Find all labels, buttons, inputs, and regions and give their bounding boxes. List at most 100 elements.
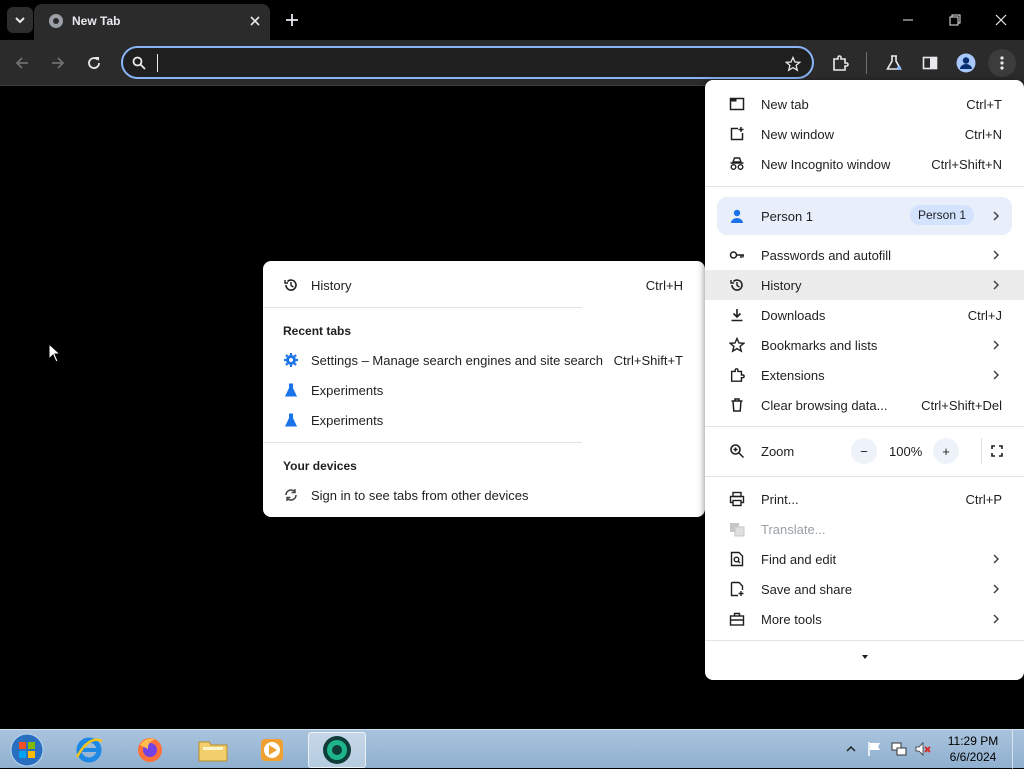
star-outline-icon bbox=[785, 56, 801, 72]
system-clock[interactable]: 11:29 PM 6/6/2024 bbox=[940, 733, 1006, 765]
zoom-value: 100% bbox=[889, 444, 923, 459]
close-icon bbox=[995, 14, 1007, 26]
menu-item-find-and-edit[interactable]: Find and edit bbox=[705, 544, 1024, 574]
menu-item-new-window[interactable]: New window Ctrl+N bbox=[705, 119, 1024, 149]
recent-tab-label: Settings – Manage search engines and sit… bbox=[311, 353, 603, 368]
close-window-button[interactable] bbox=[986, 6, 1016, 34]
menu-item-clear-browsing-data[interactable]: Clear browsing data... Ctrl+Shift+Del bbox=[705, 390, 1024, 420]
zoom-row: Zoom − 100% + bbox=[705, 436, 1024, 466]
menu-item-new-tab[interactable]: New tab Ctrl+T bbox=[705, 89, 1024, 119]
menu-item-extensions[interactable]: Extensions bbox=[705, 360, 1024, 390]
forward-button[interactable] bbox=[44, 49, 72, 77]
history-item[interactable]: History Ctrl+H bbox=[263, 270, 705, 300]
tab-title: New Tab bbox=[72, 14, 121, 28]
menu-item-label: Print... bbox=[761, 491, 799, 507]
network-icon[interactable] bbox=[890, 740, 908, 758]
firefox-taskbar-button[interactable] bbox=[125, 732, 175, 768]
menu-item-bookmarks[interactable]: Bookmarks and lists bbox=[705, 330, 1024, 360]
zoom-out-button[interactable]: − bbox=[851, 438, 877, 464]
windows-logo-icon bbox=[10, 733, 44, 767]
chrome-main-menu: New tab Ctrl+T New window Ctrl+N New Inc… bbox=[705, 80, 1024, 680]
menu-item-label: New tab bbox=[761, 96, 809, 112]
chevron-right-icon bbox=[990, 583, 1002, 595]
recent-tab-item[interactable]: Experiments bbox=[263, 405, 705, 435]
close-tab-button[interactable] bbox=[246, 12, 264, 30]
menu-item-print[interactable]: Print... Ctrl+P bbox=[705, 484, 1024, 514]
zoom-in-button[interactable]: + bbox=[933, 438, 959, 464]
menu-item-more-tools[interactable]: More tools bbox=[705, 604, 1024, 634]
tab-search-button[interactable] bbox=[7, 7, 33, 33]
recent-tab-label: Experiments bbox=[311, 383, 384, 398]
menu-divider bbox=[263, 307, 582, 308]
menu-item-save-and-share[interactable]: Save and share bbox=[705, 574, 1024, 604]
tab-new-tab[interactable]: New Tab bbox=[34, 4, 270, 40]
globe-icon bbox=[49, 14, 63, 28]
address-bar[interactable] bbox=[121, 46, 814, 79]
zoom-label: Zoom bbox=[761, 443, 795, 459]
menu-divider bbox=[705, 640, 1024, 641]
menu-item-passwords[interactable]: Passwords and autofill bbox=[705, 240, 1024, 270]
trash-icon bbox=[729, 397, 745, 413]
menu-item-new-incognito[interactable]: New Incognito window Ctrl+Shift+N bbox=[705, 149, 1024, 179]
flask-icon bbox=[283, 382, 299, 398]
recent-tab-item[interactable]: Settings – Manage search engines and sit… bbox=[263, 345, 705, 375]
internet-explorer-taskbar-button[interactable] bbox=[64, 732, 114, 768]
menu-item-shortcut: Ctrl+Shift+Del bbox=[921, 397, 1002, 413]
labs-button[interactable] bbox=[880, 49, 908, 77]
chevron-right-icon bbox=[990, 553, 1002, 565]
recent-tab-item[interactable]: Experiments bbox=[263, 375, 705, 405]
media-player-taskbar-button[interactable] bbox=[247, 732, 297, 768]
menu-item-history[interactable]: History bbox=[705, 270, 1024, 300]
extensions-button[interactable] bbox=[826, 49, 854, 77]
chrome-menu-button[interactable] bbox=[988, 49, 1016, 77]
history-label: History bbox=[311, 278, 352, 293]
fullscreen-icon bbox=[990, 445, 1003, 457]
side-panel-button[interactable] bbox=[916, 49, 944, 77]
show-desktop-button[interactable] bbox=[1012, 730, 1024, 769]
text-caret bbox=[157, 54, 158, 72]
zoom-icon bbox=[729, 443, 745, 459]
fullscreen-button[interactable] bbox=[981, 438, 1011, 464]
bookmark-star-button[interactable] bbox=[781, 52, 805, 76]
minimize-button[interactable] bbox=[893, 6, 923, 34]
reload-button[interactable] bbox=[80, 49, 108, 77]
recent-tab-shortcut: Ctrl+Shift+T bbox=[613, 353, 683, 368]
menu-divider bbox=[705, 476, 1024, 477]
menu-item-label: Clear browsing data... bbox=[761, 397, 888, 413]
scroll-down-button[interactable] bbox=[858, 652, 872, 662]
history-icon bbox=[283, 277, 299, 293]
new-tab-button[interactable] bbox=[280, 8, 304, 32]
side-panel-icon bbox=[922, 56, 938, 70]
chevron-right-icon bbox=[990, 249, 1002, 261]
history-shortcut: Ctrl+H bbox=[645, 278, 683, 293]
show-hidden-icons-button[interactable] bbox=[844, 742, 858, 756]
restore-button[interactable] bbox=[940, 6, 970, 34]
person-icon bbox=[729, 208, 745, 224]
address-input[interactable] bbox=[163, 51, 763, 75]
volume-muted-icon[interactable] bbox=[914, 740, 932, 758]
profile-button[interactable] bbox=[952, 49, 980, 77]
chevron-down-icon bbox=[15, 17, 25, 24]
arrow-right-icon bbox=[52, 57, 65, 69]
chrome-dev-taskbar-button[interactable] bbox=[308, 732, 366, 768]
file-explorer-taskbar-button[interactable] bbox=[188, 732, 238, 768]
folder-icon bbox=[198, 741, 228, 762]
profile-row[interactable]: Person 1 Person 1 bbox=[717, 197, 1012, 235]
profile-badge: Person 1 bbox=[909, 205, 974, 225]
menu-item-label: History bbox=[761, 277, 802, 293]
menu-item-label: Save and share bbox=[761, 581, 853, 597]
menu-item-translate: Translate... bbox=[705, 514, 1024, 544]
minimize-icon bbox=[903, 19, 913, 21]
start-button[interactable] bbox=[2, 732, 52, 768]
clock-date: 6/6/2024 bbox=[949, 750, 997, 764]
back-button[interactable] bbox=[8, 49, 36, 77]
close-icon bbox=[250, 16, 260, 26]
incognito-icon bbox=[729, 156, 745, 172]
menu-item-downloads[interactable]: Downloads Ctrl+J bbox=[705, 300, 1024, 330]
action-center-flag-icon[interactable] bbox=[866, 740, 884, 758]
profile-name: Person 1 bbox=[761, 209, 814, 224]
windows-taskbar: 11:29 PM 6/6/2024 bbox=[0, 729, 1024, 769]
avatar-icon bbox=[956, 53, 976, 73]
sign-in-devices-item[interactable]: Sign in to see tabs from other devices bbox=[263, 480, 705, 510]
recent-tabs-heading: Recent tabs bbox=[283, 324, 352, 338]
